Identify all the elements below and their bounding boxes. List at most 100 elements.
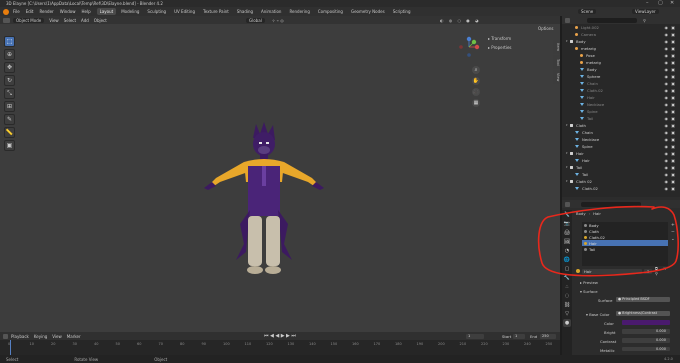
tab-uv-editing[interactable]: UV Editing xyxy=(171,8,198,15)
outliner-row[interactable]: ▾ Hair ◉ ▣ xyxy=(566,150,676,156)
transform-icon[interactable]: ⊞ xyxy=(4,101,15,112)
menu-keying[interactable]: Keying xyxy=(34,334,47,339)
menu-help[interactable]: Help xyxy=(81,9,90,14)
transform-panel[interactable]: ▸ Transform xyxy=(488,36,552,41)
visibility-toggle-icon[interactable]: ◉ ▣ xyxy=(664,186,676,191)
mode-selector[interactable]: Object Mode xyxy=(13,17,45,23)
snap-icon[interactable]: ⊹ ⌁ ◎ xyxy=(272,18,284,23)
object-tab-icon[interactable]: ▢ xyxy=(563,265,571,273)
scale-icon[interactable]: ⤡ xyxy=(4,88,15,99)
outliner-row[interactable]: Spine ◉ ▣ xyxy=(566,108,676,114)
tab-rendering[interactable]: Rendering xyxy=(286,8,312,15)
outliner-row[interactable]: Hair ◉ ▣ xyxy=(566,94,676,100)
menu-playback[interactable]: Playback xyxy=(11,334,29,339)
tool-tab-icon[interactable]: 🔧 xyxy=(563,211,571,219)
visibility-toggle-icon[interactable]: ◉ ▣ xyxy=(664,144,676,149)
visibility-toggle-icon[interactable]: ◉ ▣ xyxy=(664,116,676,121)
outliner-row[interactable]: Tail ◉ ▣ xyxy=(566,115,676,121)
render-tab-icon[interactable]: 📷 xyxy=(563,220,571,228)
visibility-toggle-icon[interactable]: ◉ ▣ xyxy=(664,137,676,142)
material-slot-list[interactable]: Body Cloth Cloth.02 Hair Tail xyxy=(582,222,668,266)
modifier-tab-icon[interactable]: 🔧 xyxy=(563,274,571,282)
visibility-toggle-icon[interactable]: ◉ ▣ xyxy=(664,39,676,44)
surface-shader-field[interactable]: ● Principled BSDF xyxy=(616,297,670,302)
visibility-toggle-icon[interactable]: ◉ ▣ xyxy=(664,25,676,30)
start-frame-field[interactable]: 1 xyxy=(513,333,525,339)
outliner-row[interactable]: Chain ◉ ▣ xyxy=(566,80,676,86)
visibility-toggle-icon[interactable]: ◉ ▣ xyxy=(664,67,676,72)
outliner-row[interactable]: ▾ Tail ◉ ▣ xyxy=(566,164,676,170)
color-swatch[interactable] xyxy=(622,320,670,325)
rotate-icon[interactable]: ↻ xyxy=(4,75,15,86)
cursor-select-icon[interactable]: ⬚ xyxy=(4,36,15,47)
options-button[interactable]: Options xyxy=(538,26,553,31)
tab-animation[interactable]: Animation xyxy=(258,8,284,15)
visibility-toggle-icon[interactable]: ◉ ▣ xyxy=(664,74,676,79)
preview-panel[interactable]: ▸ Preview xyxy=(580,280,598,285)
tab-texture-paint[interactable]: Texture Paint xyxy=(200,8,232,15)
outliner-row[interactable]: Hair ◉ ▣ xyxy=(566,157,676,163)
blender-logo-icon[interactable] xyxy=(3,8,9,15)
sidebar-tab-tool[interactable]: Tool xyxy=(553,55,560,69)
visibility-toggle-icon[interactable]: ◉ ▣ xyxy=(664,81,676,86)
properties-editor-icon[interactable] xyxy=(565,201,570,207)
filter-icon[interactable]: ⚲ xyxy=(643,18,646,23)
sidebar-tab-view[interactable]: View xyxy=(553,70,560,84)
tab-layout[interactable]: Layout xyxy=(96,8,117,15)
outliner-row[interactable]: metarig ◉ ▣ xyxy=(566,45,676,51)
character-model[interactable] xyxy=(196,120,336,280)
visibility-toggle-icon[interactable]: ◉ ▣ xyxy=(664,109,676,114)
menu-render[interactable]: Render xyxy=(39,9,53,14)
view-layer-tab-icon[interactable]: 🖼 xyxy=(563,238,571,246)
visibility-toggle-icon[interactable]: ◉ ▣ xyxy=(664,60,676,65)
outliner-row[interactable]: Pose ◉ ▣ xyxy=(566,52,676,58)
user-count[interactable]: 3 xyxy=(644,268,652,274)
visibility-toggle-icon[interactable]: ◉ ▣ xyxy=(664,123,676,128)
expand-arrow-icon[interactable]: ▾ xyxy=(566,165,569,169)
annotate-icon[interactable]: ✎ xyxy=(4,114,15,125)
menu-add[interactable]: Add xyxy=(81,18,89,23)
visibility-toggle-icon[interactable]: ◉ ▣ xyxy=(664,151,676,156)
menu-edit[interactable]: Edit xyxy=(26,9,34,14)
slot-specials-button[interactable]: ⌄ xyxy=(671,236,675,243)
visibility-toggle-icon[interactable]: ◉ ▣ xyxy=(664,95,676,100)
material-name-field[interactable]: Hair xyxy=(581,268,643,274)
surface-panel[interactable]: ▾ Surface xyxy=(580,289,598,294)
outliner-row[interactable]: Light.002 ◉ ▣ xyxy=(566,24,676,30)
tab-compositing[interactable]: Compositing xyxy=(315,8,346,15)
expand-arrow-icon[interactable]: ▾ xyxy=(566,151,569,155)
menu-object[interactable]: Object xyxy=(94,18,107,23)
close-button[interactable]: ✕ xyxy=(670,0,674,6)
timeline-area[interactable]: 0102030405060708090100110120130140150160… xyxy=(0,340,560,355)
visibility-toggle-icon[interactable]: ◉ ▣ xyxy=(664,53,676,58)
navigation-gizmo[interactable] xyxy=(458,36,480,58)
visibility-toggle-icon[interactable]: ◉ ▣ xyxy=(664,46,676,51)
visibility-toggle-icon[interactable]: ◉ ▣ xyxy=(664,130,676,135)
tab-scripting[interactable]: Scripting xyxy=(390,8,414,15)
visibility-toggle-icon[interactable]: ◉ ▣ xyxy=(664,165,676,170)
cursor-icon[interactable]: ⊕ xyxy=(4,49,15,60)
move-icon[interactable]: ✥ xyxy=(4,62,15,73)
maximize-button[interactable]: ▢ xyxy=(658,0,663,6)
outliner-row[interactable]: Body ◉ ▣ xyxy=(566,66,676,72)
properties-search-input[interactable] xyxy=(581,201,641,207)
bright-field[interactable]: 0.000 xyxy=(622,329,670,334)
shading-mode-icons[interactable]: ◐ ◍ ○ ● ◕ xyxy=(440,18,481,23)
outliner-search-input[interactable] xyxy=(587,17,637,23)
timeline-editor-icon[interactable] xyxy=(3,333,8,339)
outliner-row[interactable]: ▾ Body ◉ ▣ xyxy=(566,38,676,44)
menu-file[interactable]: File xyxy=(13,9,20,14)
material-slot-item[interactable]: Tail xyxy=(582,246,668,252)
pan-icon[interactable]: ✋ xyxy=(472,77,480,85)
expand-arrow-icon[interactable]: ▾ xyxy=(566,39,569,43)
outliner-row[interactable]: Spine ◉ ▣ xyxy=(566,143,676,149)
particles-tab-icon[interactable]: ∴ xyxy=(563,283,571,291)
outliner-row[interactable]: Tail ◉ ▣ xyxy=(566,171,676,177)
world-tab-icon[interactable]: 🌐 xyxy=(563,256,571,264)
outliner-row[interactable]: ▾ Cloth 02 ◉ ▣ xyxy=(566,178,676,184)
visibility-toggle-icon[interactable]: ◉ ▣ xyxy=(664,158,676,163)
material-actions-icons[interactable]: ⧉ ✕ ⚲ xyxy=(655,266,676,276)
scene-selector[interactable]: Scene xyxy=(578,9,597,14)
outliner-row[interactable]: Necklace ◉ ▣ xyxy=(566,136,676,142)
outliner-row[interactable]: Sphere ◉ ▣ xyxy=(566,73,676,79)
